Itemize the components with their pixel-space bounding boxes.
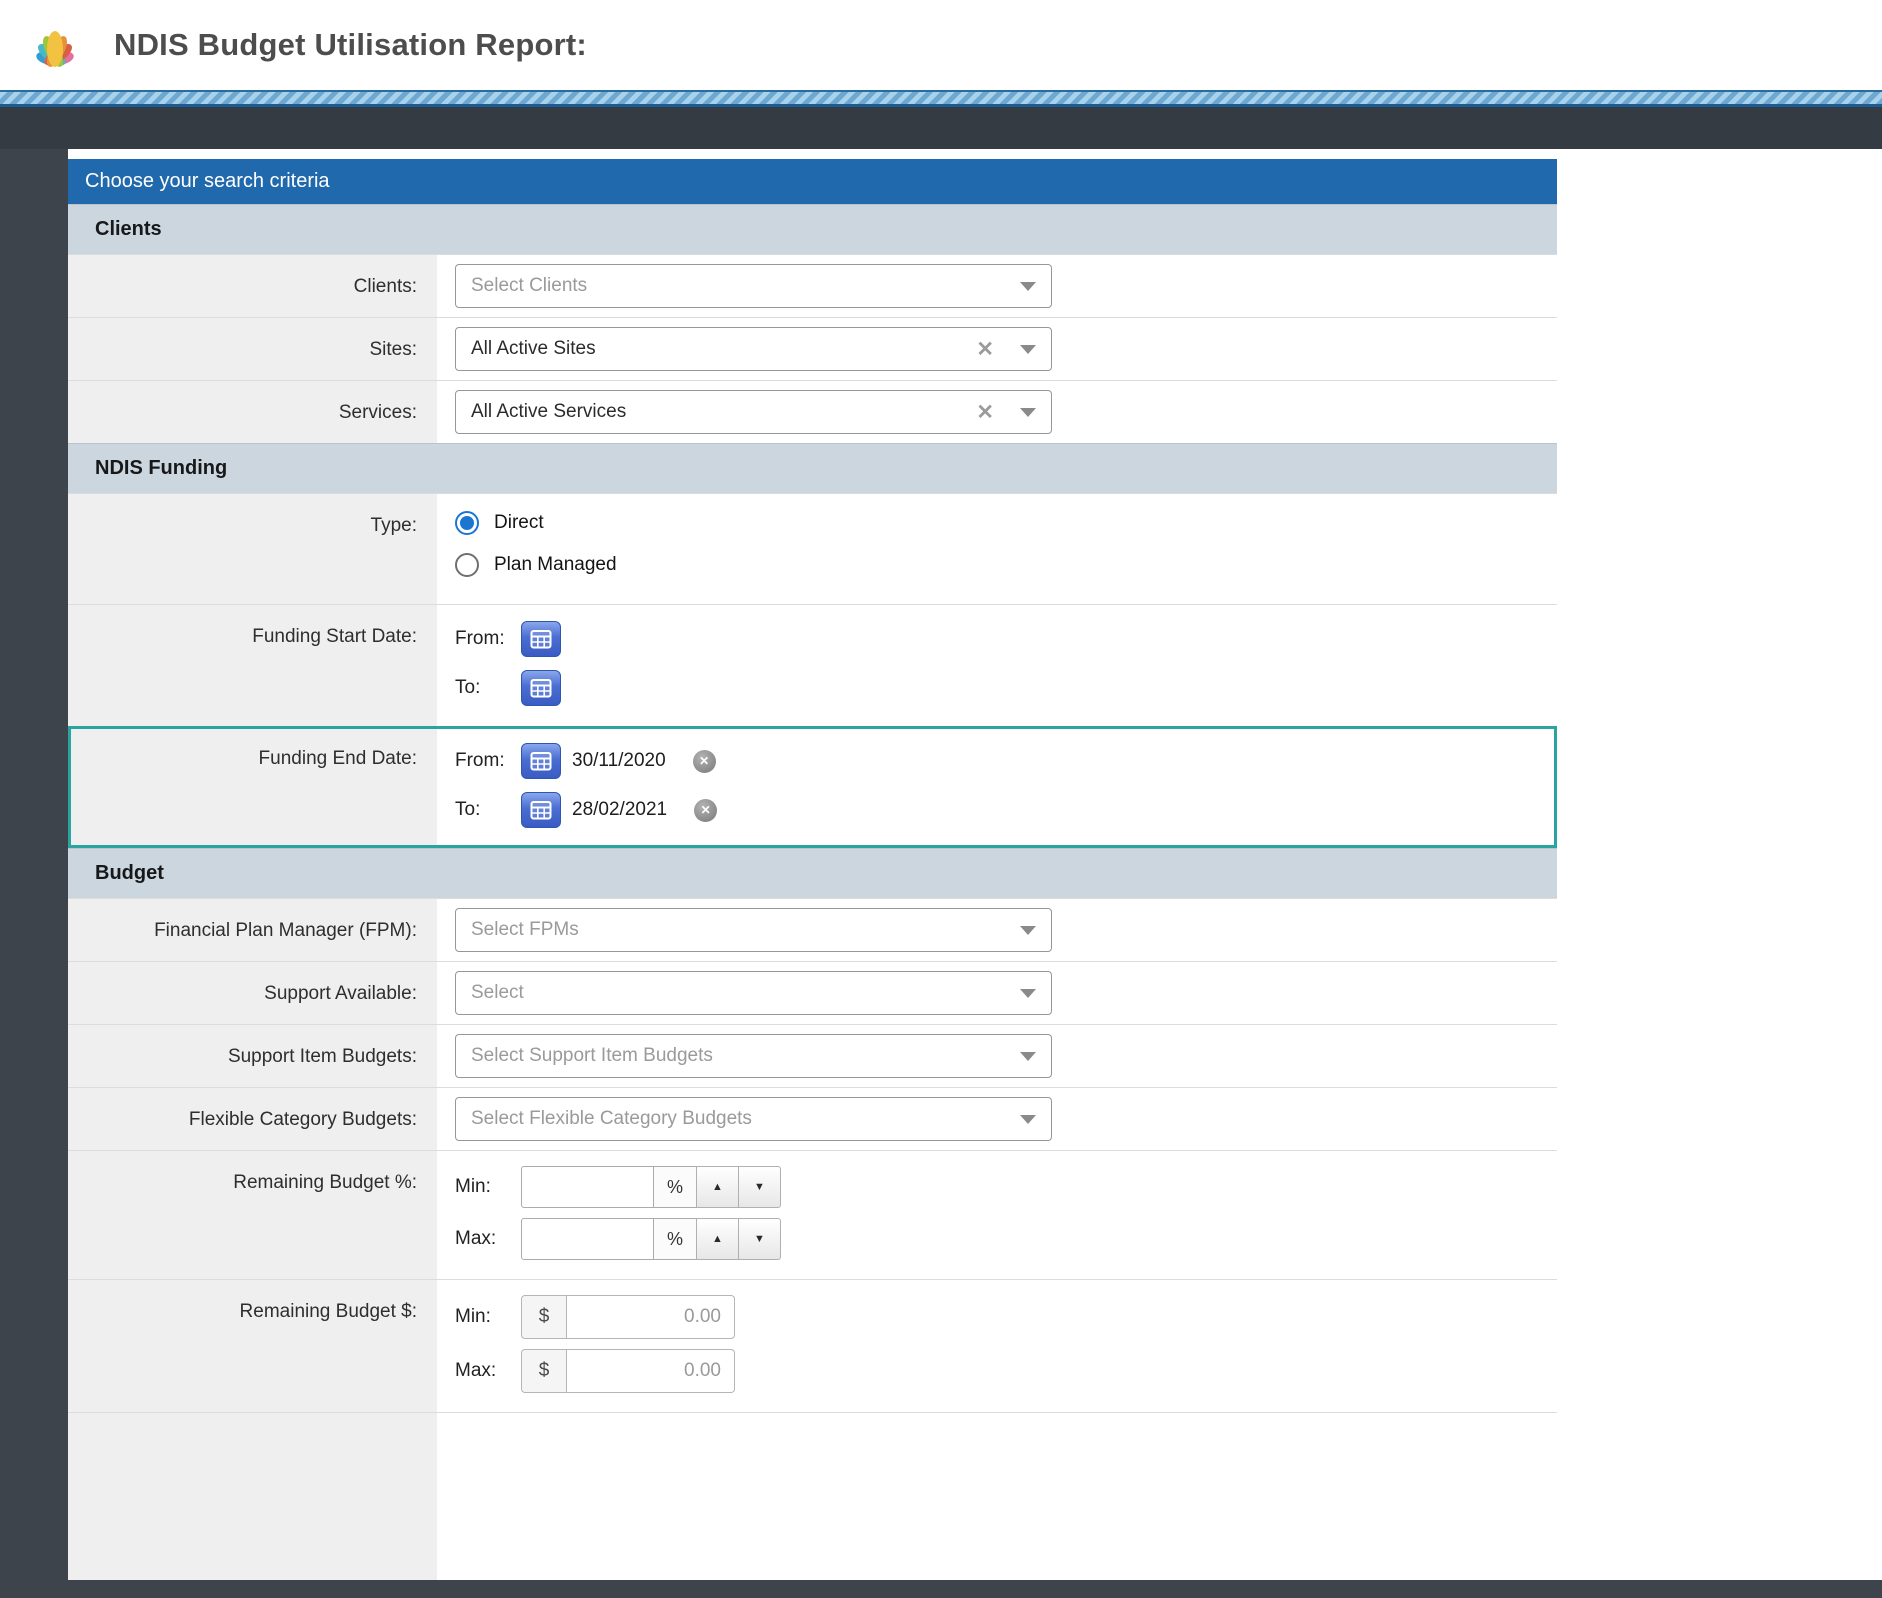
- percent-unit-box: %: [653, 1166, 697, 1208]
- funding-type-row: Type: Direct Plan Managed: [68, 493, 1557, 604]
- chevron-down-icon: [1020, 407, 1036, 417]
- max-label: Max:: [455, 1228, 497, 1249]
- radio-direct-label: Direct: [494, 512, 544, 533]
- support-available-placeholder: Select: [471, 982, 524, 1003]
- from-label: From:: [455, 750, 505, 771]
- services-row: Services: All Active Services ✕: [68, 380, 1557, 443]
- remaining-budget-dollar-label: Remaining Budget $:: [68, 1280, 437, 1412]
- fpm-select[interactable]: Select FPMs: [455, 908, 1052, 952]
- remaining-budget-pct-max-input[interactable]: [521, 1218, 654, 1260]
- funding-start-date-row: Funding Start Date: From: To:: [68, 604, 1557, 726]
- top-navigation-bar: [0, 107, 1882, 149]
- funding-type-label: Type:: [68, 494, 437, 604]
- flexible-category-budgets-row: Flexible Category Budgets: Select Flexib…: [68, 1087, 1557, 1150]
- remaining-budget-pct-label: Remaining Budget %:: [68, 1151, 437, 1279]
- radio-plan-managed[interactable]: [455, 553, 479, 577]
- panel-filler: [68, 1412, 1557, 1580]
- remaining-budget-dollar-row: Remaining Budget $: Min: $ Max: $: [68, 1279, 1557, 1412]
- min-label: Min:: [455, 1306, 491, 1327]
- page-body: Choose your search criteria Clients Clie…: [0, 149, 1882, 1580]
- flexible-category-budgets-label: Flexible Category Budgets:: [68, 1088, 437, 1150]
- services-label: Services:: [68, 381, 437, 443]
- support-item-budgets-select[interactable]: Select Support Item Budgets: [455, 1034, 1052, 1078]
- spinner-up-icon[interactable]: ▲: [696, 1218, 739, 1260]
- clients-select[interactable]: Select Clients: [455, 264, 1052, 308]
- spinner-up-icon[interactable]: ▲: [696, 1166, 739, 1208]
- sites-row: Sites: All Active Sites ✕: [68, 317, 1557, 380]
- left-sidebar: [0, 149, 68, 1580]
- clients-label: Clients:: [68, 255, 437, 317]
- page-title: NDIS Budget Utilisation Report:: [114, 27, 587, 62]
- funding-end-date-row: Funding End Date: From: 30/11/2020 ✕ To:: [68, 726, 1557, 848]
- section-header-clients: Clients: [68, 204, 1557, 254]
- flexible-category-budgets-select[interactable]: Select Flexible Category Budgets: [455, 1097, 1052, 1141]
- radio-option-direct: Direct: [455, 511, 1539, 535]
- decorative-stripe-bar: [0, 90, 1882, 107]
- min-label: Min:: [455, 1176, 491, 1197]
- chevron-down-icon: [1020, 1051, 1036, 1061]
- calendar-icon[interactable]: [521, 792, 561, 828]
- to-label: To:: [455, 677, 481, 698]
- flexible-category-budgets-placeholder: Select Flexible Category Budgets: [471, 1108, 752, 1129]
- section-header-ndis-funding: NDIS Funding: [68, 443, 1557, 493]
- clients-row: Clients: Select Clients: [68, 254, 1557, 317]
- section-header-budget: Budget: [68, 848, 1557, 898]
- chevron-down-icon: [1020, 1114, 1036, 1124]
- dollar-unit-box: $: [521, 1349, 567, 1393]
- funding-end-to-value: 28/02/2021: [572, 799, 668, 820]
- chevron-down-icon: [1020, 925, 1036, 935]
- from-label: From:: [455, 628, 505, 649]
- clear-date-icon[interactable]: ✕: [692, 749, 716, 773]
- main-content: Choose your search criteria Clients Clie…: [68, 149, 1882, 1580]
- sites-select-value: All Active Sites: [471, 338, 596, 359]
- calendar-icon[interactable]: [521, 743, 561, 779]
- clients-select-placeholder: Select Clients: [471, 275, 588, 296]
- clear-icon[interactable]: ✕: [976, 402, 994, 423]
- funding-start-date-label: Funding Start Date:: [68, 605, 437, 726]
- remaining-budget-pct-min-input[interactable]: [521, 1166, 654, 1208]
- spinner-down-icon[interactable]: ▼: [738, 1166, 781, 1208]
- clear-date-icon[interactable]: ✕: [694, 798, 718, 822]
- radio-direct[interactable]: [455, 511, 479, 535]
- sites-label: Sites:: [68, 318, 437, 380]
- fpm-select-placeholder: Select FPMs: [471, 919, 579, 940]
- funding-end-date-label: Funding End Date:: [68, 727, 437, 848]
- app-header: NDIS Budget Utilisation Report:: [0, 0, 1882, 90]
- to-label: To:: [455, 799, 481, 820]
- max-label: Max:: [455, 1360, 497, 1381]
- panel-header: Choose your search criteria: [68, 159, 1557, 204]
- support-item-budgets-label: Support Item Budgets:: [68, 1025, 437, 1087]
- fpm-row: Financial Plan Manager (FPM): Select FPM…: [68, 898, 1557, 961]
- percent-unit-box: %: [653, 1218, 697, 1260]
- calendar-icon[interactable]: [521, 621, 561, 657]
- chevron-down-icon: [1020, 281, 1036, 291]
- bottom-chrome-strip: [0, 1580, 1882, 1598]
- support-available-row: Support Available: Select: [68, 961, 1557, 1024]
- support-available-select[interactable]: Select: [455, 971, 1052, 1015]
- spinner-down-icon[interactable]: ▼: [738, 1218, 781, 1260]
- funding-end-from-value: 30/11/2020: [572, 750, 666, 771]
- radio-option-plan-managed: Plan Managed: [455, 553, 1539, 577]
- chevron-down-icon: [1020, 988, 1036, 998]
- dollar-unit-box: $: [521, 1295, 567, 1339]
- lotus-logo-icon: [20, 14, 90, 76]
- fpm-label: Financial Plan Manager (FPM):: [68, 899, 437, 961]
- remaining-budget-pct-row: Remaining Budget %: Min: % ▲ ▼ Max: % ▲: [68, 1150, 1557, 1279]
- remaining-budget-dollar-max-input[interactable]: [567, 1349, 735, 1393]
- clear-icon[interactable]: ✕: [976, 339, 994, 360]
- chevron-down-icon: [1020, 344, 1036, 354]
- search-criteria-panel: Choose your search criteria Clients Clie…: [68, 159, 1557, 1580]
- support-item-budgets-placeholder: Select Support Item Budgets: [471, 1045, 713, 1066]
- remaining-budget-dollar-min-input[interactable]: [567, 1295, 735, 1339]
- sites-select[interactable]: All Active Sites ✕: [455, 327, 1052, 371]
- services-select-value: All Active Services: [471, 401, 627, 422]
- calendar-icon[interactable]: [521, 670, 561, 706]
- support-available-label: Support Available:: [68, 962, 437, 1024]
- radio-plan-managed-label: Plan Managed: [494, 554, 617, 575]
- support-item-budgets-row: Support Item Budgets: Select Support Ite…: [68, 1024, 1557, 1087]
- services-select[interactable]: All Active Services ✕: [455, 390, 1052, 434]
